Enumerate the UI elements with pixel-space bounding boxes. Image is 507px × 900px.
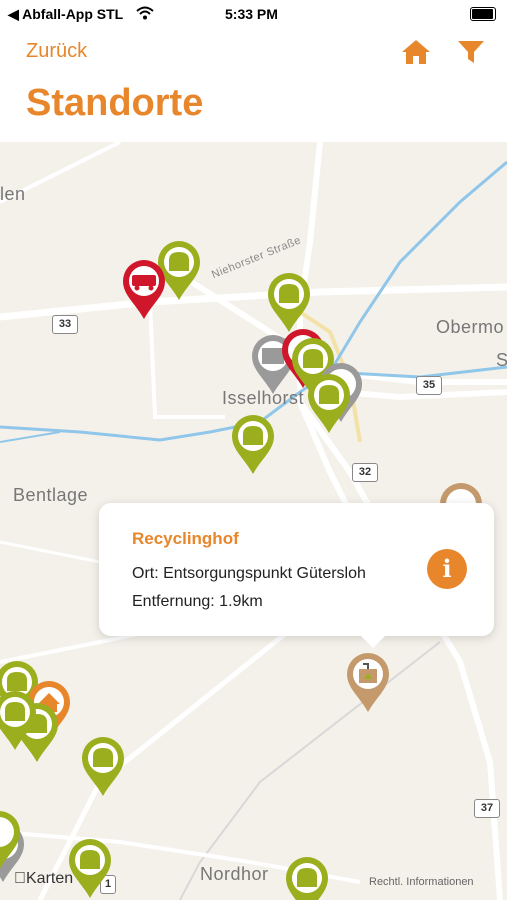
status-bar: ◀ Abfall-App STL 5:33 PM	[0, 0, 507, 30]
navigation-bar: Zurück Standorte	[0, 30, 507, 142]
back-button[interactable]: Zurück	[26, 40, 87, 63]
road-shield-35: 35	[416, 376, 442, 395]
map-pin-hazardous-waste[interactable]	[121, 259, 167, 321]
map-label-obermo: Obermo	[436, 317, 505, 337]
road-shield-37: 37	[474, 799, 500, 818]
road-shield-33: 33	[52, 315, 78, 334]
map-label-len: len	[0, 184, 26, 204]
map-pin-glass-container[interactable]	[284, 856, 330, 900]
map-label-bentlage: Bentlage	[13, 485, 89, 505]
map-pin-glass-container[interactable]	[230, 414, 276, 476]
maps-logo: Karten	[14, 870, 73, 887]
wifi-icon	[136, 6, 154, 20]
map-pin-glass-container[interactable]	[306, 373, 352, 435]
map-pin-glass-container[interactable]	[67, 838, 113, 900]
home-icon[interactable]	[400, 36, 432, 68]
road-shield-32: 32	[352, 463, 378, 482]
map-pin-glass-container[interactable]	[80, 736, 126, 798]
info-icon[interactable]: i	[427, 549, 467, 589]
callout-title: Recyclinghof	[132, 529, 239, 548]
battery-icon	[470, 7, 496, 21]
map-pin-glass-container[interactable]	[266, 272, 312, 334]
apple-icon: 	[14, 870, 26, 887]
location-callout[interactable]: Recyclinghof Ort: Entsorgungspunkt Güter…	[99, 503, 494, 648]
page-title: Standorte	[26, 82, 204, 124]
map-pin-glass-container[interactable]	[0, 810, 22, 872]
map-label-s: S	[496, 350, 507, 370]
map-view[interactable]: len Niehorster Straße Isselhorst Obermo …	[0, 142, 507, 900]
map-pin-glass-container[interactable]	[0, 690, 38, 752]
status-time: 5:33 PM	[225, 6, 278, 22]
back-to-app[interactable]: ◀ Abfall-App STL	[8, 6, 123, 23]
legal-info-link[interactable]: Rechtl. Informationen	[369, 876, 474, 888]
filter-icon[interactable]	[455, 36, 487, 68]
map-label-nordhorn: Nordhor	[200, 864, 269, 884]
callout-distance: Entfernung: 1.9km	[132, 593, 263, 610]
map-pin-recycling-center-selected[interactable]	[345, 652, 391, 714]
callout-location: Ort: Entsorgungspunkt Gütersloh	[132, 565, 366, 582]
